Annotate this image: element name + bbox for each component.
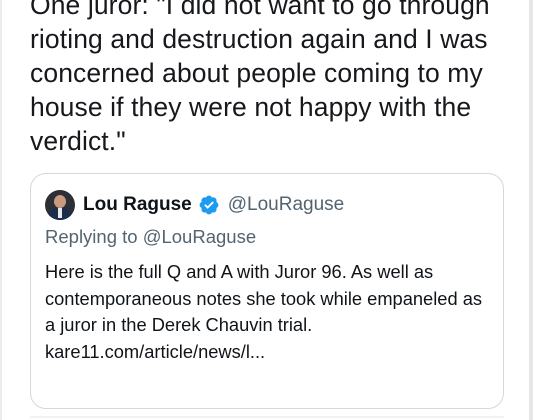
replying-to-line: Replying to @LouRaguse [45, 226, 256, 248]
avatar[interactable] [45, 190, 75, 220]
verified-badge-icon [199, 195, 219, 215]
replying-to-mention[interactable]: @LouRaguse [143, 226, 256, 247]
quoted-handle[interactable]: @LouRaguse [228, 194, 344, 216]
bottom-divider [30, 416, 504, 418]
quoted-tweet-card[interactable]: Lou Raguse @LouRaguse Replying to @LouRa… [30, 173, 504, 409]
quoted-tweet-header: Lou Raguse @LouRaguse [45, 189, 344, 221]
quoted-tweet-text: Here is the full Q and A with Juror 96. … [45, 261, 483, 335]
replying-to-label: Replying to [45, 226, 138, 247]
quoted-tweet-link[interactable]: kare11.com/article/news/l... [45, 341, 265, 362]
quoted-tweet-body: Here is the full Q and A with Juror 96. … [45, 259, 495, 365]
quoted-display-name[interactable]: Lou Raguse [83, 194, 192, 216]
right-scroll-edge [529, 0, 533, 420]
tweet-text: One juror: "I did not want to go through… [30, 0, 490, 156]
left-divider [0, 0, 2, 420]
